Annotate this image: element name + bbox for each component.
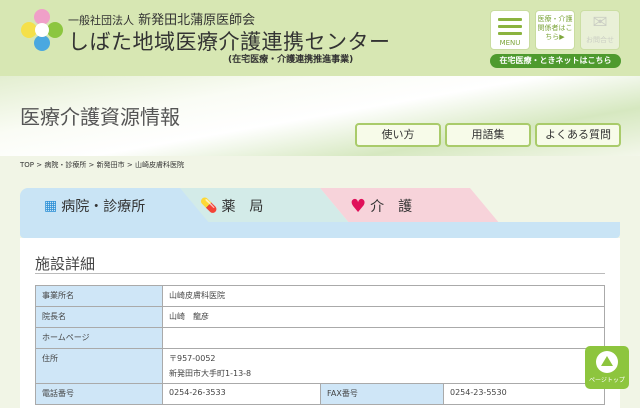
tab-strip — [20, 222, 620, 238]
tab-hospital[interactable]: ▦ 病院・診療所 — [20, 188, 210, 224]
tokinet-link[interactable]: 在宅医療・ときネットはこちら — [490, 54, 621, 68]
hamburger-icon — [498, 18, 522, 35]
tab-care[interactable]: ♥ 介 護 — [320, 188, 500, 224]
page-title: 医療介護資源情報 — [20, 105, 180, 129]
heart-icon: ♥ — [350, 195, 367, 217]
site-subtitle: (在宅医療・介護連携推進事業) — [228, 55, 354, 65]
page-top-button[interactable]: ページトップ — [585, 346, 629, 389]
faq-button[interactable]: よくある質問 — [535, 123, 621, 147]
table-row: ホームページ — [35, 327, 605, 349]
facility-table: 事業所名 山崎皮膚科医院 院長名 山崎 龍彦 ホームページ 住所 〒957-0052 新… — [35, 285, 605, 405]
menu-button[interactable]: MENU — [490, 10, 530, 50]
table-row: 院長名 山崎 龍彦 — [35, 306, 605, 328]
divider — [35, 273, 605, 274]
table-row: 電話番号 0254-26-3533 FAX番号 0254-23-5530 — [35, 383, 605, 405]
table-row: 事業所名 山崎皮膚科医院 — [35, 285, 605, 307]
pill-icon: 💊 — [200, 198, 218, 214]
glossary-button[interactable]: 用語集 — [445, 123, 531, 147]
section-title: 施設詳細 — [35, 255, 96, 273]
arrow-up-icon — [596, 351, 618, 373]
table-row: 住所 〒957-0052 新発田市大手町1-13-8 — [35, 348, 605, 384]
logo-icon[interactable] — [20, 8, 64, 52]
professionals-button[interactable]: 医療・介護関係者はこちら▶ — [535, 10, 575, 50]
contact-button[interactable]: ✉ お問合せ — [580, 10, 620, 50]
site-header: 一般社団法人 新発田北蒲原医師会 しばた地域医療介護連携センター (在宅医療・介… — [0, 0, 640, 76]
mail-icon: ✉ — [592, 12, 608, 33]
breadcrumb[interactable]: TOP > 病院・診療所 > 新発田市 > 山崎皮膚科医院 — [20, 160, 184, 170]
how-to-button[interactable]: 使い方 — [355, 123, 441, 147]
hospital-icon: ▦ — [44, 198, 58, 214]
